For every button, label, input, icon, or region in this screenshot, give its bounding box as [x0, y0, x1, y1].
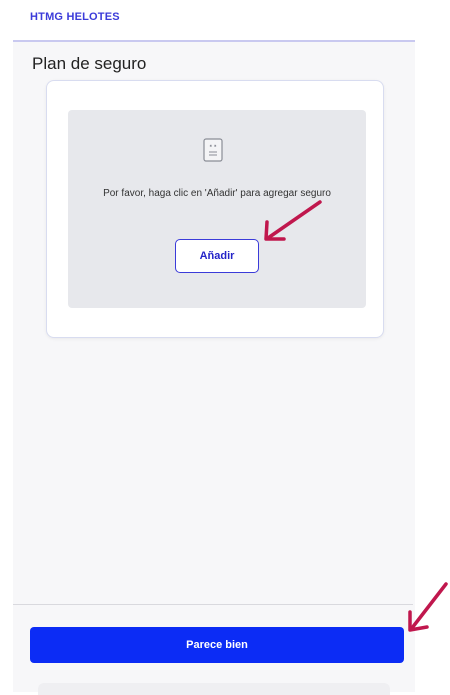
add-insurance-button[interactable]: Añadir	[175, 239, 259, 273]
page-title: Plan de seguro	[32, 54, 147, 73]
looks-good-button[interactable]: Parece bien	[30, 627, 404, 663]
brand-name: HTMG HELOTES	[30, 11, 120, 23]
document-icon	[203, 138, 223, 162]
footer-divider	[13, 604, 413, 605]
annotation-arrow-icon	[264, 200, 322, 241]
insurance-card: Por favor, haga clic en 'Añadir' para ag…	[46, 80, 384, 338]
top-bar: HTMG HELOTES	[0, 0, 450, 40]
annotation-arrow-icon	[408, 582, 448, 632]
app-screen: Plan de seguro Por favor, haga clic en '…	[13, 40, 415, 695]
bottom-sheet-edge	[38, 683, 390, 695]
